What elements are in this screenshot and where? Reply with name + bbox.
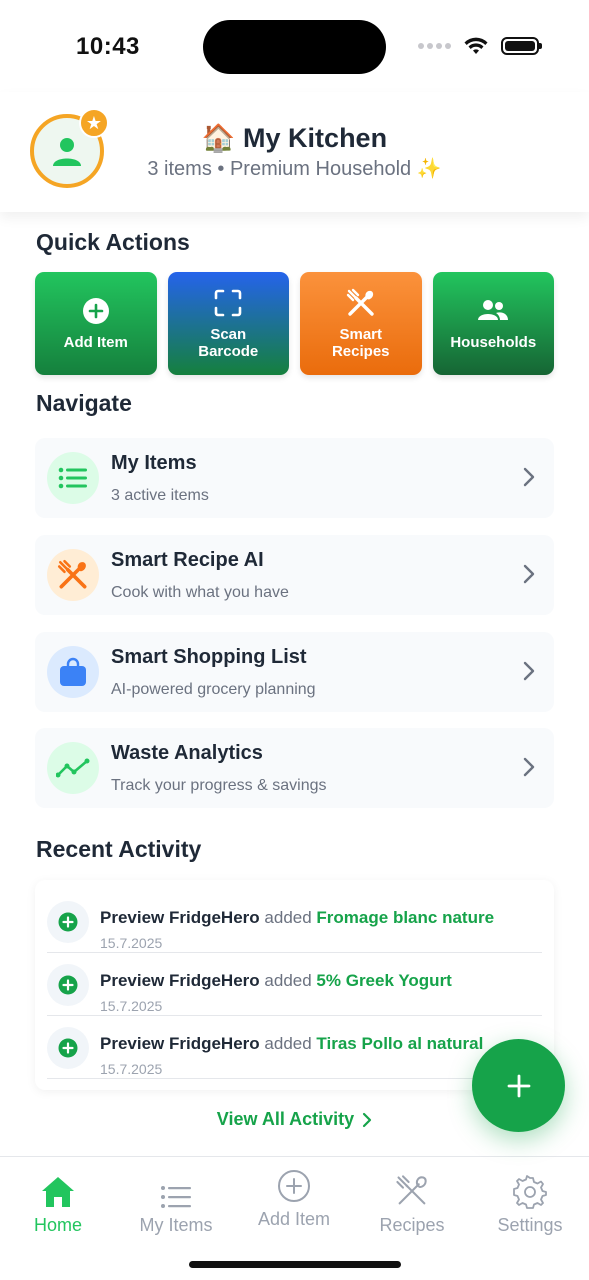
shopping-bag-icon xyxy=(60,657,86,686)
households-label: Households xyxy=(450,334,537,351)
nav-item-waste-analytics[interactable]: Waste Analytics Track your progress & sa… xyxy=(35,728,554,808)
status-time: 10:43 xyxy=(76,33,140,60)
trend-icon xyxy=(56,758,90,778)
status-bar: 10:43 xyxy=(0,0,589,92)
scan-icon xyxy=(214,289,242,316)
quick-actions-heading: Quick Actions xyxy=(36,229,190,255)
nav-item-smart-shopping-list[interactable]: Smart Shopping List AI-powered grocery p… xyxy=(35,632,554,712)
chevron-right-icon xyxy=(523,564,535,584)
activity-text: Preview FridgeHero added Tiras Pollo al … xyxy=(100,1034,483,1054)
activity-user: Preview FridgeHero xyxy=(100,971,260,990)
navigate-heading: Navigate xyxy=(36,390,132,416)
utensils-icon xyxy=(57,559,87,589)
add-item-button[interactable]: Add Item xyxy=(35,272,157,375)
activity-item: Fromage blanc nature xyxy=(316,908,495,927)
tab-my-items[interactable]: My Items xyxy=(121,1167,231,1236)
activity-user: Preview FridgeHero xyxy=(100,1034,260,1053)
list-icon xyxy=(161,1186,191,1208)
list-icon xyxy=(58,467,87,489)
activity-text: Preview FridgeHero added 5% Greek Yogurt xyxy=(100,971,452,991)
activity-date: 15.7.2025 xyxy=(100,998,163,1014)
nav-item-title: My Items xyxy=(111,452,197,474)
list-item[interactable]: Preview FridgeHero added Tiras Pollo al … xyxy=(47,1016,542,1079)
chevron-right-icon xyxy=(523,661,535,681)
page-title-text: My Kitchen xyxy=(243,123,388,153)
tab-label: My Items xyxy=(139,1215,213,1235)
chevron-right-icon xyxy=(363,1112,372,1127)
recent-activity-list: Preview FridgeHero added Fromage blanc n… xyxy=(35,880,554,1090)
house-icon: 🏠 xyxy=(201,123,236,153)
app-header: ★ 🏠 My Kitchen 3 items • Premium Househo… xyxy=(0,92,589,212)
list-item[interactable]: Preview FridgeHero added Fromage blanc n… xyxy=(47,890,542,953)
activity-item: 5% Greek Yogurt xyxy=(316,971,452,990)
nav-item-smart-recipe-ai[interactable]: Smart Recipe AI Cook with what you have xyxy=(35,535,554,615)
chevron-right-icon xyxy=(523,757,535,777)
scan-barcode-button[interactable]: Scan Barcode xyxy=(167,272,289,375)
gear-icon xyxy=(513,1175,547,1209)
plus-circle-icon xyxy=(82,298,109,324)
chevron-right-icon xyxy=(523,467,535,487)
nav-item-title: Smart Recipe AI xyxy=(111,549,264,571)
utensils-icon xyxy=(396,1175,427,1205)
tab-label: Home xyxy=(33,1215,82,1235)
plus-circle-icon xyxy=(58,912,78,932)
home-icon xyxy=(42,1177,74,1207)
activity-action: added xyxy=(264,908,312,927)
plus-icon xyxy=(507,1074,530,1097)
tab-label: Recipes xyxy=(379,1215,445,1235)
nav-item-subtitle: Cook with what you have xyxy=(111,584,289,601)
nav-item-subtitle: AI-powered grocery planning xyxy=(111,681,316,698)
activity-action: added xyxy=(264,971,312,990)
battery-icon xyxy=(501,37,542,55)
scan-barcode-label: Scan Barcode xyxy=(198,325,259,360)
activity-user: Preview FridgeHero xyxy=(100,908,260,927)
add-fab-button[interactable] xyxy=(472,1039,565,1132)
activity-date: 15.7.2025 xyxy=(100,935,163,951)
nav-item-subtitle: Track your progress & savings xyxy=(111,777,327,794)
people-icon xyxy=(478,300,509,320)
tab-add-item[interactable]: Add Item xyxy=(239,1161,349,1230)
tab-settings[interactable]: Settings xyxy=(475,1167,585,1236)
tab-label: Add Item xyxy=(257,1209,331,1229)
utensils-icon xyxy=(346,288,374,316)
smart-recipes-label: Smart Recipes xyxy=(331,325,390,360)
wifi-icon xyxy=(464,37,488,54)
tab-recipes[interactable]: Recipes xyxy=(357,1167,467,1236)
add-item-label: Add Item xyxy=(63,334,128,351)
plus-circle-icon xyxy=(58,975,78,995)
view-all-label: View All Activity xyxy=(216,1109,355,1129)
nav-item-subtitle: 3 active items xyxy=(111,487,209,504)
page-title: 🏠 My Kitchen xyxy=(0,122,589,154)
smart-recipes-button[interactable]: Smart Recipes xyxy=(300,272,422,375)
list-item[interactable]: Preview FridgeHero added 5% Greek Yogurt… xyxy=(47,953,542,1016)
tab-home[interactable]: Home xyxy=(3,1167,113,1236)
activity-text: Preview FridgeHero added Fromage blanc n… xyxy=(100,908,494,928)
status-icons xyxy=(418,36,542,56)
nav-item-my-items[interactable]: My Items 3 active items xyxy=(35,438,554,518)
page-subtitle: 3 items • Premium Household ✨ xyxy=(147,158,442,180)
households-button[interactable]: Households xyxy=(432,272,554,375)
activity-item: Tiras Pollo al natural xyxy=(316,1034,484,1053)
recent-activity-heading: Recent Activity xyxy=(36,836,202,862)
activity-date: 15.7.2025 xyxy=(100,1061,163,1077)
home-indicator xyxy=(189,1261,401,1268)
dynamic-island xyxy=(203,20,386,74)
quick-actions: Add Item Scan Barcode Smart Recipes Hous… xyxy=(35,272,554,375)
signal-icon xyxy=(418,43,451,49)
plus-circle-icon xyxy=(58,1038,78,1058)
tab-label: Settings xyxy=(497,1215,563,1235)
plus-circle-icon xyxy=(278,1170,310,1202)
nav-item-title: Waste Analytics xyxy=(111,742,263,764)
activity-action: added xyxy=(264,1034,312,1053)
nav-item-title: Smart Shopping List xyxy=(111,646,307,668)
